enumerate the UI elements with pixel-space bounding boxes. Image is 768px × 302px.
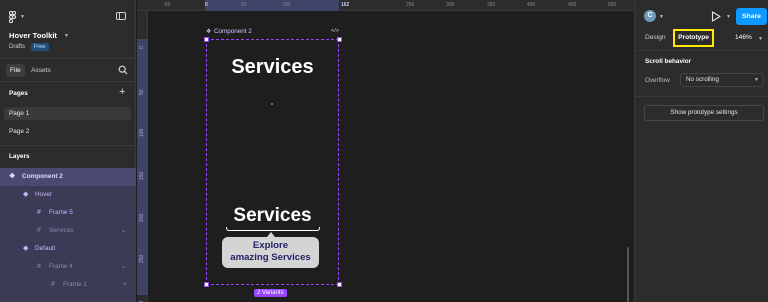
services-heading-hover[interactable]: Services — [206, 205, 339, 227]
chevron-down-icon[interactable]: ⌄ — [121, 222, 126, 240]
ruler-tick: 50 — [139, 89, 145, 95]
chevron-down-icon[interactable]: ▼ — [659, 14, 664, 20]
resize-handle[interactable] — [337, 282, 342, 287]
project-name[interactable]: Hover Toolkit — [9, 31, 57, 40]
ruler-tick: 162 — [341, 2, 350, 8]
variant-icon: ◆ — [23, 245, 29, 252]
layer-label: Default — [35, 245, 56, 252]
ruler-tick: -50 — [163, 2, 171, 8]
layer-label: Services — [49, 227, 74, 234]
ruler-tick: 250 — [139, 254, 145, 263]
sidebar-toggle-icon[interactable] — [116, 12, 126, 20]
canvas[interactable]: -50 0 50 100 162 250 300 350 400 450 500… — [137, 0, 634, 302]
main-menu-chevron-icon[interactable]: ▼ — [20, 14, 25, 20]
divider — [635, 96, 768, 97]
layer-label: Frame 1 — [63, 281, 87, 288]
tab-file[interactable]: File — [6, 64, 25, 77]
tab-assets[interactable]: Assets — [31, 64, 51, 77]
more-icon[interactable]: • — [124, 276, 126, 294]
ruler-tick: 100 — [139, 128, 145, 137]
tab-prototype[interactable]: Prototype — [673, 29, 714, 47]
chevron-down-icon: ▼ — [754, 77, 759, 83]
ruler-tick: 250 — [406, 2, 415, 8]
ruler-tick: 50 — [241, 2, 247, 8]
resize-handle[interactable] — [337, 37, 342, 42]
resize-handle[interactable] — [204, 282, 209, 287]
frame-icon: # — [37, 209, 41, 216]
layer-item-default[interactable]: ◆ Default — [0, 240, 136, 258]
ruler-tick: 350 — [487, 2, 496, 8]
divider — [635, 50, 768, 51]
ruler-tick: 500 — [608, 2, 617, 8]
scrollbar[interactable] — [627, 247, 629, 302]
page-item[interactable]: Page 1 — [4, 107, 131, 120]
page-item[interactable]: Page 2 — [4, 125, 131, 138]
tooltip-line: amazing Services — [230, 252, 311, 263]
overflow-value: No scrolling — [686, 76, 719, 83]
frame-icon: # — [37, 263, 41, 270]
layer-label: Frame 5 — [49, 209, 73, 216]
tab-design[interactable]: Design — [645, 34, 666, 41]
divider — [0, 58, 136, 59]
ruler-tick: 0 — [205, 2, 208, 8]
layer-label: Frame 4 — [49, 263, 73, 270]
layer-item-component-2[interactable]: ❖ Component 2 — [0, 168, 136, 186]
chevron-down-icon[interactable]: ▼ — [726, 14, 731, 20]
left-panel: ▼ Hover Toolkit ▼ Drafts Free File Asset… — [0, 0, 136, 302]
component-label[interactable]: Component 2 — [214, 28, 252, 35]
play-icon[interactable] — [711, 11, 721, 22]
show-prototype-settings-button[interactable]: Show prototype settings — [644, 105, 764, 121]
ruler-tick: 400 — [527, 2, 536, 8]
ruler-selection-top — [205, 0, 339, 11]
chevron-down-icon[interactable]: ▼ — [758, 36, 763, 42]
layer-label: Hover — [35, 191, 53, 198]
ruler-tick: 100 — [282, 2, 291, 8]
resize-handle[interactable] — [204, 37, 209, 42]
ruler-top: -50 0 50 100 162 250 300 350 400 450 500 — [137, 0, 634, 11]
layer-item-hover[interactable]: ◆ Hover — [0, 186, 136, 204]
layer-item-frame-1[interactable]: # Frame 1 • — [0, 276, 136, 294]
layer-item-frame-5[interactable]: # Frame 5 — [0, 204, 136, 222]
component-icon: ❖ — [206, 29, 212, 35]
frame-icon: # — [51, 281, 55, 288]
ruler-tick: 0 — [139, 46, 145, 49]
search-icon[interactable] — [118, 65, 128, 75]
tooltip-card[interactable]: Explore amazing Services — [222, 237, 319, 268]
code-icon[interactable]: </> — [331, 28, 339, 34]
component-icon: ❖ — [9, 173, 16, 180]
services-heading[interactable]: Services — [206, 56, 339, 79]
zoom-level[interactable]: 146% — [735, 34, 752, 41]
right-panel: C ▼ ▼ Share Design Prototype 146% ▼ Scro… — [634, 0, 768, 302]
chevron-down-icon[interactable]: ⌄ — [121, 258, 126, 276]
plan-badge: Free — [31, 43, 49, 51]
divider — [0, 81, 136, 82]
pages-heading: Pages — [9, 90, 28, 97]
divider — [0, 145, 136, 146]
layer-item-frame-4[interactable]: # Frame 4 ⌄ — [0, 258, 136, 276]
ruler-tick: 150 — [139, 171, 145, 180]
layer-label: Component 2 — [22, 173, 63, 180]
overflow-select[interactable]: No scrolling ▼ — [680, 73, 764, 87]
figma-logo-icon[interactable] — [9, 11, 17, 23]
variants-badge[interactable]: 2 Variants — [254, 289, 287, 297]
ruler-tick: 200 — [139, 213, 145, 222]
heading-underline — [226, 227, 320, 231]
frame-icon: # — [37, 227, 41, 234]
project-chevron-icon[interactable]: ▼ — [64, 33, 69, 39]
ruler-tick: 450 — [568, 2, 577, 8]
variant-icon: ◆ — [23, 191, 29, 198]
ruler-tick: 300 — [446, 2, 455, 8]
share-button[interactable]: Share — [736, 8, 767, 25]
overflow-label: Overflow — [645, 77, 670, 84]
layers-heading: Layers — [9, 153, 30, 160]
center-dot — [271, 103, 273, 105]
scroll-behavior-heading: Scroll behavior — [645, 58, 692, 65]
layer-item-services[interactable]: # Services ⌄ — [0, 222, 136, 240]
project-location[interactable]: Drafts — [9, 44, 25, 50]
ruler-left: 0 50 100 150 200 250 308 — [137, 11, 148, 302]
tooltip-line: Explore — [252, 240, 289, 251]
avatar[interactable]: C — [644, 10, 656, 22]
add-page-icon[interactable]: + — [119, 86, 125, 98]
